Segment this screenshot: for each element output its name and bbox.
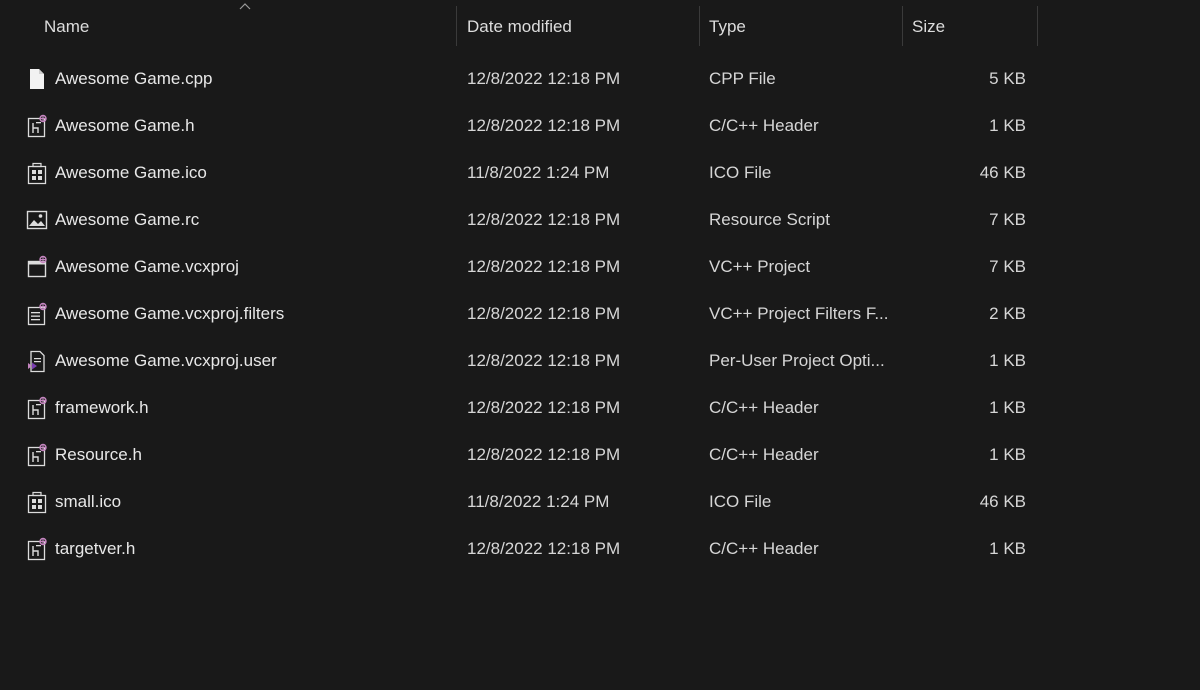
file-row[interactable]: Awesome Game.vcxproj.user 12/8/2022 12:18… [0,337,1040,384]
file-date-modified: 12/8/2022 12:18 PM [467,210,621,229]
file-name[interactable]: Resource.h [55,431,450,478]
file-type: ICO File [709,163,772,182]
file-type: C/C++ Header [709,445,819,464]
file-type: VC++ Project [709,257,811,276]
file-size: 46 KB [979,163,1026,182]
file-size: 1 KB [989,445,1026,464]
file-size: 7 KB [989,210,1026,229]
file-date-modified: 12/8/2022 12:18 PM [467,69,621,88]
file-name[interactable]: Awesome Game.rc [55,196,450,243]
file-type: C/C++ Header [709,398,819,417]
file-date-modified: 11/8/2022 1:24 PM [467,163,610,182]
file-row[interactable]: Awesome Game.cpp 12/8/2022 12:18 PM CPP Fi… [0,55,1040,102]
column-divider[interactable] [902,6,903,46]
file-size: 1 KB [989,398,1026,417]
file-size: 2 KB [989,304,1026,323]
column-header-size[interactable]: Size [912,6,1032,46]
file-date-modified: 12/8/2022 12:18 PM [467,257,621,276]
resource-script-icon [25,208,49,232]
file-type: C/C++ Header [709,539,819,558]
column-header-name[interactable]: Name [44,6,449,46]
file-row[interactable]: Awesome Game.h 12/8/2022 12:18 PM C/C++ He… [0,102,1040,149]
header-file-icon [25,443,49,467]
file-row[interactable]: Awesome Game.vcxproj 12/8/2022 12:18 PM VC… [0,243,1040,290]
file-name[interactable]: Awesome Game.vcxproj.filters [55,290,450,337]
file-size: 5 KB [989,69,1026,88]
cpp-file-icon [25,67,49,91]
file-size: 7 KB [989,257,1026,276]
file-size: 1 KB [989,116,1026,135]
file-name[interactable]: Awesome Game.cpp [55,55,450,102]
file-type: VC++ Project Filters F... [709,304,889,323]
file-date-modified: 12/8/2022 12:18 PM [467,304,621,323]
column-divider[interactable] [456,6,457,46]
file-row[interactable]: small.ico 11/8/2022 1:24 PM ICO File 46 KB [0,478,1040,525]
ico-file-icon [25,161,49,185]
file-date-modified: 12/8/2022 12:18 PM [467,116,621,135]
file-date-modified: 12/8/2022 12:18 PM [467,398,621,417]
column-divider[interactable] [699,6,700,46]
column-header-type[interactable]: Type [709,6,894,46]
file-row[interactable]: Resource.h 12/8/2022 12:18 PM C/C++ Header… [0,431,1040,478]
file-type: ICO File [709,492,772,511]
user-options-file-icon [25,349,49,373]
file-type: CPP File [709,69,776,88]
file-row[interactable]: framework.h 12/8/2022 12:18 PM C/C++ Heade… [0,384,1040,431]
file-list-view: Name Date modified Type Size Awesome Gam… [0,0,1200,690]
vcxproj-file-icon [25,255,49,279]
file-row[interactable]: targetver.h 12/8/2022 12:18 PM C/C++ Heade… [0,525,1040,572]
file-date-modified: 12/8/2022 12:18 PM [467,445,621,464]
file-type: Per-User Project Opti... [709,351,885,370]
column-header-bar: Name Date modified Type Size [0,3,1040,46]
file-name[interactable]: small.ico [55,478,450,525]
ico-file-icon [25,490,49,514]
column-divider[interactable] [1037,6,1038,46]
header-file-icon [25,114,49,138]
file-row[interactable]: Awesome Game.rc 12/8/2022 12:18 PM Resourc… [0,196,1040,243]
file-row[interactable]: Awesome Game.ico 11/8/2022 1:24 PM ICO Fil… [0,149,1040,196]
file-size: 1 KB [989,351,1026,370]
file-name[interactable]: targetver.h [55,525,450,572]
file-name[interactable]: Awesome Game.h [55,102,450,149]
file-name[interactable]: Awesome Game.vcxproj.user [55,337,450,384]
file-name[interactable]: Awesome Game.vcxproj [55,243,450,290]
file-date-modified: 12/8/2022 12:18 PM [467,539,621,558]
file-date-modified: 12/8/2022 12:18 PM [467,351,621,370]
file-type: Resource Script [709,210,830,229]
file-row[interactable]: Awesome Game.vcxproj.filters 12/8/2022 12… [0,290,1040,337]
file-type: C/C++ Header [709,116,819,135]
file-name[interactable]: framework.h [55,384,450,431]
header-file-icon [25,537,49,561]
file-size: 46 KB [979,492,1026,511]
file-name[interactable]: Awesome Game.ico [55,149,450,196]
filters-file-icon [25,302,49,326]
column-header-date-modified[interactable]: Date modified [467,6,692,46]
header-file-icon [25,396,49,420]
file-rows: Awesome Game.cpp 12/8/2022 12:18 PM CPP Fi… [0,55,1040,572]
file-date-modified: 11/8/2022 1:24 PM [467,492,610,511]
file-size: 1 KB [989,539,1026,558]
